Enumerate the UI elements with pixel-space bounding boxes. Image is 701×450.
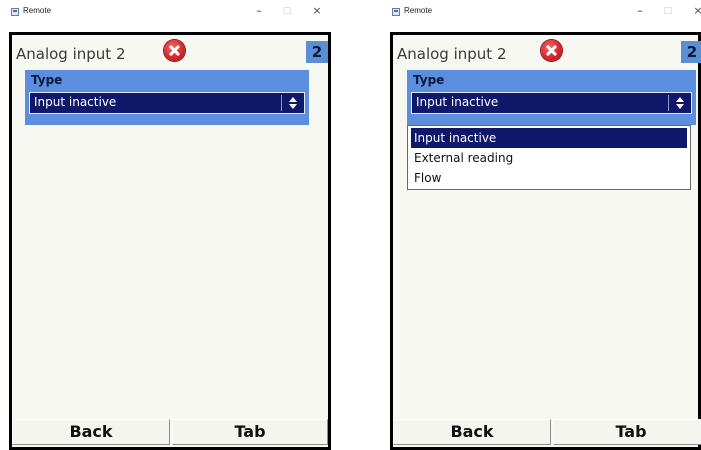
option-flow[interactable]: Flow [411, 168, 687, 188]
back-button[interactable]: Back [12, 419, 170, 445]
type-select[interactable]: Input inactive [29, 92, 305, 114]
up-down-arrows-icon[interactable] [287, 96, 299, 110]
select-separator [281, 95, 282, 111]
page-number-badge: 2 [306, 41, 328, 63]
device-screen: Analog input 2 2 Type Input inactive Bac… [9, 32, 331, 450]
minimize-button[interactable]: – [628, 3, 652, 19]
page-title: Analog input 2 [16, 45, 126, 63]
screen-inner: Analog input 2 2 Type Input inactive Bac… [12, 35, 328, 447]
type-label: Type [31, 73, 63, 87]
type-label: Type [413, 73, 445, 87]
select-separator [668, 95, 669, 111]
title-bar: Remote – □ × [390, 0, 701, 32]
type-group: Type Input inactive [25, 70, 309, 125]
up-down-arrows-icon[interactable] [674, 96, 686, 110]
remote-window-closed-dropdown: Remote – □ × Analog input 2 2 Type Input… [9, 0, 331, 450]
error-icon[interactable] [164, 40, 185, 61]
maximize-button[interactable]: □ [656, 3, 680, 19]
page-number-badge: 2 [681, 41, 701, 63]
minimize-button[interactable]: – [247, 3, 271, 19]
screen-inner: Analog input 2 2 Type Input inactive Inp… [393, 35, 701, 447]
maximize-button[interactable]: □ [275, 3, 299, 19]
tab-button[interactable]: Tab [172, 419, 328, 445]
device-screen: Analog input 2 2 Type Input inactive Inp… [390, 32, 701, 450]
page-title: Analog input 2 [397, 45, 507, 63]
window-title: Remote [23, 6, 52, 15]
app-icon [11, 8, 19, 16]
option-input-inactive[interactable]: Input inactive [411, 128, 687, 148]
back-button[interactable]: Back [393, 419, 551, 445]
option-external-reading[interactable]: External reading [411, 148, 687, 168]
app-icon [392, 8, 400, 16]
tab-button[interactable]: Tab [553, 419, 701, 445]
close-button[interactable]: × [305, 3, 329, 19]
type-dropdown-list: Input inactive External reading Flow [407, 125, 691, 190]
close-button[interactable]: × [686, 3, 701, 19]
footer-bar: Back Tab [393, 417, 701, 447]
screen-header: Analog input 2 2 [393, 35, 701, 67]
error-icon[interactable] [541, 40, 562, 61]
footer-bar: Back Tab [12, 417, 328, 447]
type-select-value: Input inactive [34, 95, 117, 109]
type-select-value: Input inactive [416, 95, 499, 109]
title-bar: Remote – □ × [9, 0, 331, 32]
type-group: Type Input inactive [407, 70, 696, 125]
screen-header: Analog input 2 2 [12, 35, 328, 67]
remote-window-open-dropdown: Remote – □ × Analog input 2 2 Type Input… [390, 0, 701, 450]
window-title: Remote [404, 6, 433, 15]
type-select[interactable]: Input inactive [411, 92, 692, 114]
